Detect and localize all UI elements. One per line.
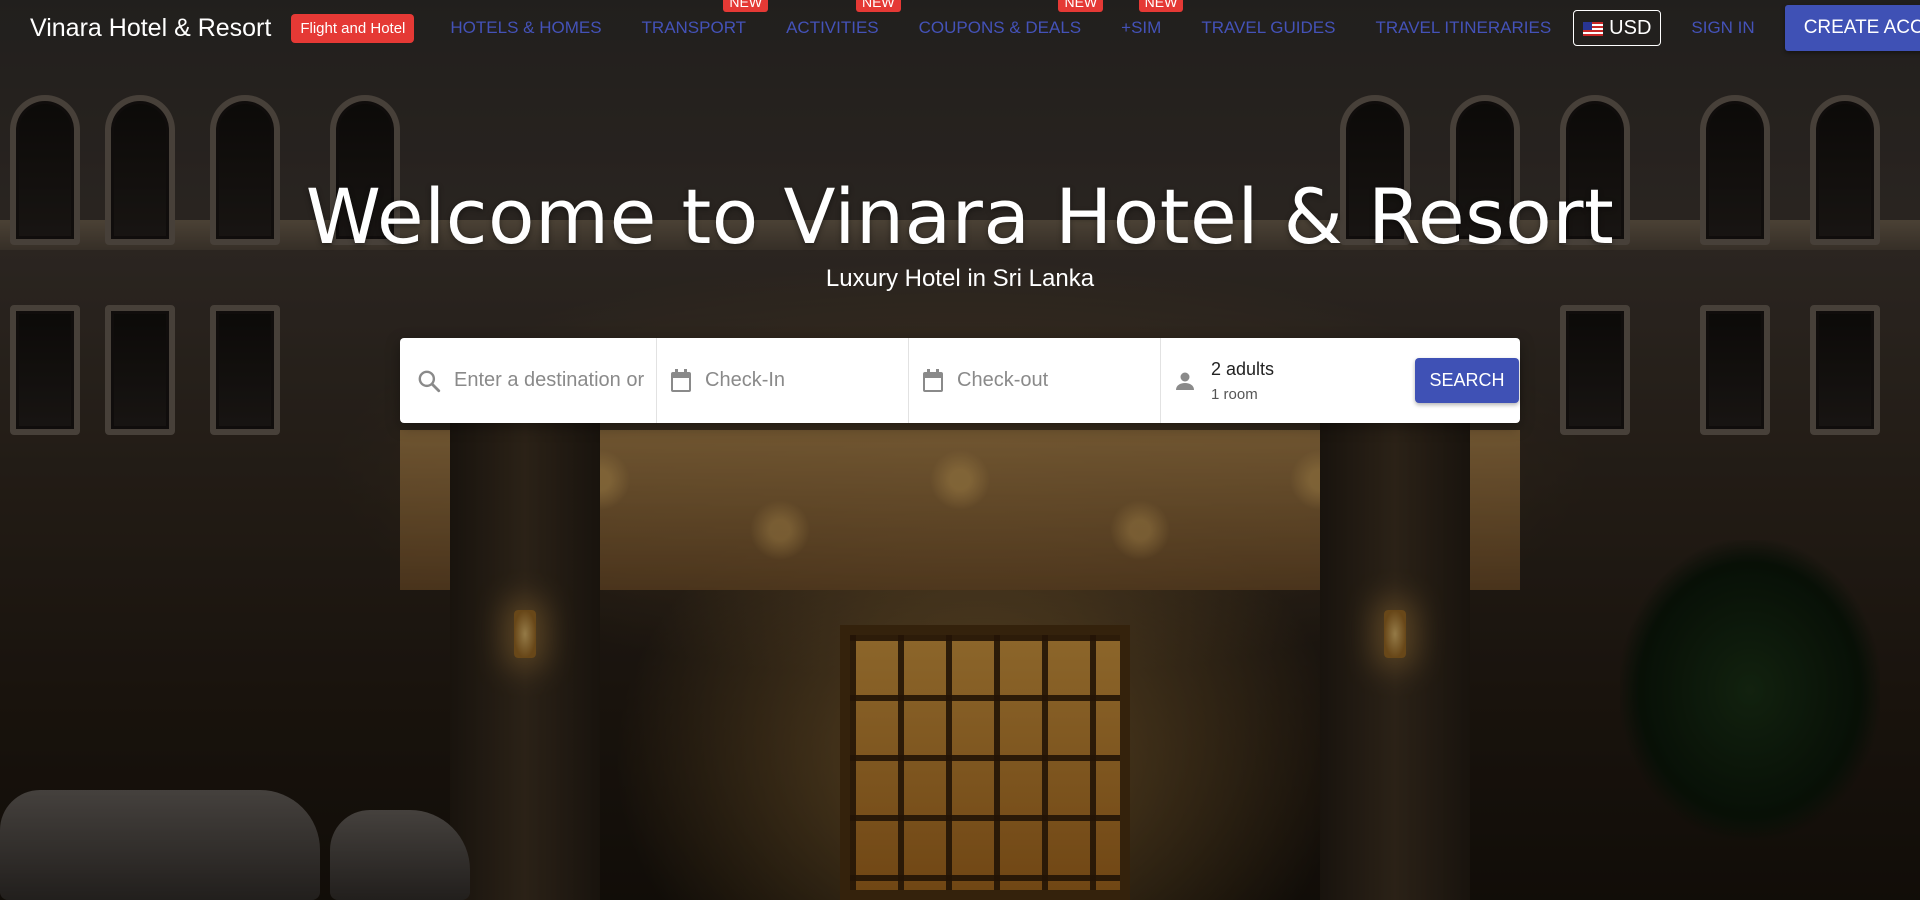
nav-link-label: HOTELS & HOMES [450,18,602,37]
check-out-input[interactable] [957,369,1147,392]
nav-link-hotels-homes[interactable]: HOTELS & HOMES [430,18,621,38]
new-badge: NEW [723,0,769,12]
check-in-input[interactable] [705,369,895,392]
brand-logo[interactable]: Vinara Hotel & Resort [30,14,271,43]
create-account-button[interactable]: CREATE ACCOUNT [1784,5,1920,51]
hero-subtitle: Luxury Hotel in Sri Lanka [825,265,1095,292]
search-icon [418,370,441,392]
new-badge: NEW [855,0,901,12]
check-in-field[interactable] [657,338,909,423]
sign-in-link[interactable]: SIGN IN [1691,18,1754,38]
currency-label: USD [1609,17,1652,39]
nav-link-label: ACTIVITIES [786,18,879,37]
person-icon [1176,372,1194,390]
nav-link-label: TRANSPORT [641,18,747,37]
check-out-field[interactable] [909,338,1161,423]
destination-field[interactable] [400,338,657,423]
new-badge: NEW [1058,0,1104,12]
nav-link-coupons-deals[interactable]: COUPONS & DEALS NEW [899,0,1104,38]
search-box: 2 adults 1 room SEARCH [400,338,1520,423]
nav-link-transport[interactable]: TRANSPORT NEW [622,0,769,38]
destination-input[interactable] [454,369,644,392]
hero-background-image [0,0,1920,900]
calendar-icon [923,368,943,392]
nav-link-label: COUPONS & DEALS [918,18,1082,37]
adults-count: 2 adults [1211,358,1275,379]
currency-selector[interactable]: USD [1573,10,1662,46]
hero-title: Welcome to Vinara Hotel & Resort [305,172,1615,261]
nav-link-label: TRAVEL ITINERARIES [1375,18,1552,37]
nav-link-sim[interactable]: +SIM NEW [1101,0,1184,38]
background-overlay [0,0,1920,900]
nav-links: HOTELS & HOMES TRANSPORT NEW ACTIVITIES … [430,0,1571,38]
guests-selector[interactable]: 2 adults 1 room [1161,338,1411,423]
rooms-count: 1 room [1211,385,1258,403]
search-button[interactable]: SEARCH [1415,358,1519,403]
us-flag-icon [1583,21,1604,36]
nav-link-travel-guides[interactable]: TRAVEL GUIDES [1181,18,1355,38]
nav-link-activities[interactable]: ACTIVITIES NEW [766,0,901,38]
top-nav: Vinara Hotel & Resort Flight and Hotel H… [0,0,1920,56]
calendar-icon [671,368,691,392]
guests-summary: 2 adults 1 room [1211,359,1274,403]
new-badge: NEW [1138,0,1184,12]
nav-link-label: +SIM [1121,18,1162,37]
flight-and-hotel-badge[interactable]: Flight and Hotel [291,13,415,43]
nav-link-travel-itineraries[interactable]: TRAVEL ITINERARIES [1355,18,1571,38]
nav-link-label: TRAVEL GUIDES [1201,18,1336,37]
